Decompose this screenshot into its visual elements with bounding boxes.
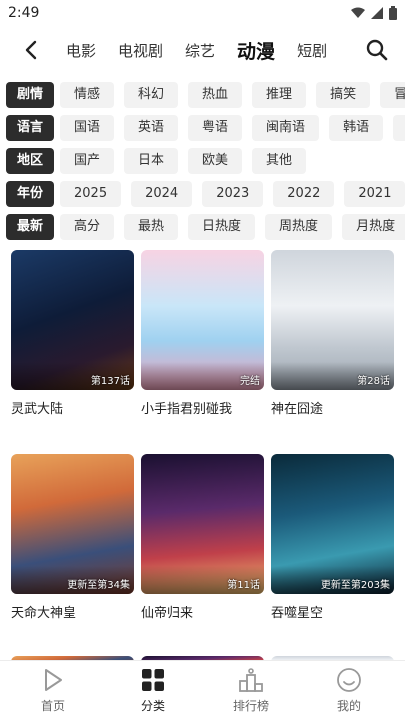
tab-tv-series[interactable]: 电视剧 [118, 40, 163, 61]
nav-home[interactable]: 首页 [13, 667, 93, 714]
anime-card[interactable]: 第28话 神在囧途 [271, 250, 394, 417]
filter-chip[interactable]: 最热 [124, 214, 179, 240]
filter-chip[interactable]: 高分 [60, 214, 115, 240]
card-title: 天命大神皇 [11, 606, 77, 621]
anime-card[interactable]: 更新至第34集 天命大神皇 [11, 454, 134, 621]
filter-chip[interactable]: 冒险 [380, 82, 405, 108]
filter-label-year: 年份 [6, 181, 54, 207]
poster-image: 第28话 [271, 250, 394, 390]
filter-chip[interactable]: 国语 [60, 115, 115, 141]
filter-label-language: 语言 [6, 115, 54, 141]
anime-card[interactable]: 第137话 灵武大陆 [11, 250, 134, 417]
category-tabs: 电影 电视剧 综艺 动漫 短剧 [66, 30, 349, 70]
nav-label: 排行榜 [232, 699, 269, 713]
poster-image: 第137话 [11, 250, 134, 390]
anime-card[interactable]: 更新至第203集 吞噬星空 [271, 454, 394, 621]
poster-image: 更新至第34集 [11, 454, 134, 594]
episode-badge: 更新至第203集 [320, 580, 390, 591]
filter-chip[interactable]: 英语 [124, 115, 179, 141]
tab-short-drama[interactable]: 短剧 [297, 40, 327, 61]
top-nav: 电影 电视剧 综艺 动漫 短剧 [0, 30, 405, 70]
episode-badge: 更新至第34集 [67, 580, 130, 591]
filter-chip[interactable]: 2024 [131, 181, 193, 207]
filter-row-year: 年份 2025 2024 2023 2022 2021 2020 [6, 181, 405, 207]
tab-variety[interactable]: 综艺 [185, 40, 215, 61]
nav-profile[interactable]: 我的 [309, 667, 389, 714]
filter-chip[interactable]: 国产 [60, 148, 115, 174]
poster-image: 更新至第203集 [271, 454, 394, 594]
filter-chip[interactable]: 日本 [124, 148, 179, 174]
status-icons [351, 6, 397, 20]
poster-image: 完结 [141, 250, 264, 390]
tab-anime[interactable]: 动漫 [237, 37, 275, 64]
nav-label: 首页 [40, 699, 65, 713]
filter-row-genre: 剧情 情感 科幻 热血 推理 搞笑 冒险 [6, 82, 405, 108]
grid-icon [142, 669, 164, 691]
filter-chip[interactable]: 日热度 [188, 214, 256, 240]
card-title: 吞噬星空 [271, 606, 324, 621]
smile-icon [337, 668, 361, 692]
filter-chip[interactable]: 月热度 [342, 214, 405, 240]
filter-chip[interactable]: 2023 [202, 181, 264, 207]
filter-chip[interactable]: 粤语 [188, 115, 243, 141]
episode-badge: 第137话 [90, 376, 130, 387]
filter-chip[interactable]: 2022 [273, 181, 335, 207]
filter-chip[interactable]: 2025 [60, 181, 122, 207]
anime-card[interactable]: 第11话 仙帝归来 [141, 454, 264, 621]
filter-chip[interactable]: 日语 [393, 115, 405, 141]
back-arrow-icon[interactable] [20, 38, 44, 62]
filter-chip[interactable]: 欧美 [188, 148, 243, 174]
filter-chip[interactable]: 科幻 [124, 82, 179, 108]
filter-chip[interactable]: 闽南语 [252, 115, 320, 141]
filter-chip[interactable]: 韩语 [329, 115, 384, 141]
filter-label-genre: 剧情 [6, 82, 54, 108]
filter-label-sort: 最新 [6, 214, 54, 240]
episode-badge: 第28话 [357, 376, 390, 387]
signal-icon [371, 7, 383, 19]
card-title: 灵武大陆 [11, 402, 64, 417]
card-title: 仙帝归来 [141, 606, 194, 621]
filter-chip[interactable]: 推理 [252, 82, 307, 108]
filter-label-region: 地区 [6, 148, 54, 174]
filter-chip[interactable]: 热血 [188, 82, 243, 108]
tab-movie[interactable]: 电影 [66, 40, 96, 61]
anime-card[interactable]: 完结 小手指君别碰我 [141, 250, 264, 417]
filter-chip[interactable]: 周热度 [265, 214, 333, 240]
filter-chip[interactable]: 搞笑 [316, 82, 371, 108]
poster-image: 第11话 [141, 454, 264, 594]
battery-icon [389, 6, 397, 20]
status-bar: 2:49 [0, 0, 405, 28]
filter-chip[interactable]: 情感 [60, 82, 115, 108]
episode-badge: 第11话 [227, 580, 260, 591]
filter-row-sort: 最新 高分 最热 日热度 周热度 月热度 [6, 214, 405, 240]
filter-row-language: 语言 国语 英语 粤语 闽南语 韩语 日语 [6, 115, 405, 141]
card-title: 小手指君别碰我 [141, 402, 233, 417]
nav-ranking[interactable]: 排行榜 [211, 667, 291, 714]
status-time: 2:49 [8, 5, 40, 21]
nav-label: 我的 [336, 699, 361, 713]
filter-chip[interactable]: 其他 [252, 148, 307, 174]
filter-chip[interactable]: 2021 [344, 181, 405, 207]
podium-icon [239, 668, 263, 692]
card-title: 神在囧途 [271, 402, 324, 417]
bottom-nav: 首页 分类 排行榜 我的 [0, 660, 405, 720]
episode-badge: 完结 [240, 376, 260, 387]
search-icon[interactable] [365, 38, 389, 62]
play-icon [45, 669, 62, 691]
wifi-icon [351, 7, 365, 18]
nav-label: 分类 [140, 699, 165, 713]
nav-category[interactable]: 分类 [113, 667, 193, 714]
filter-row-region: 地区 国产 日本 欧美 其他 [6, 148, 405, 174]
